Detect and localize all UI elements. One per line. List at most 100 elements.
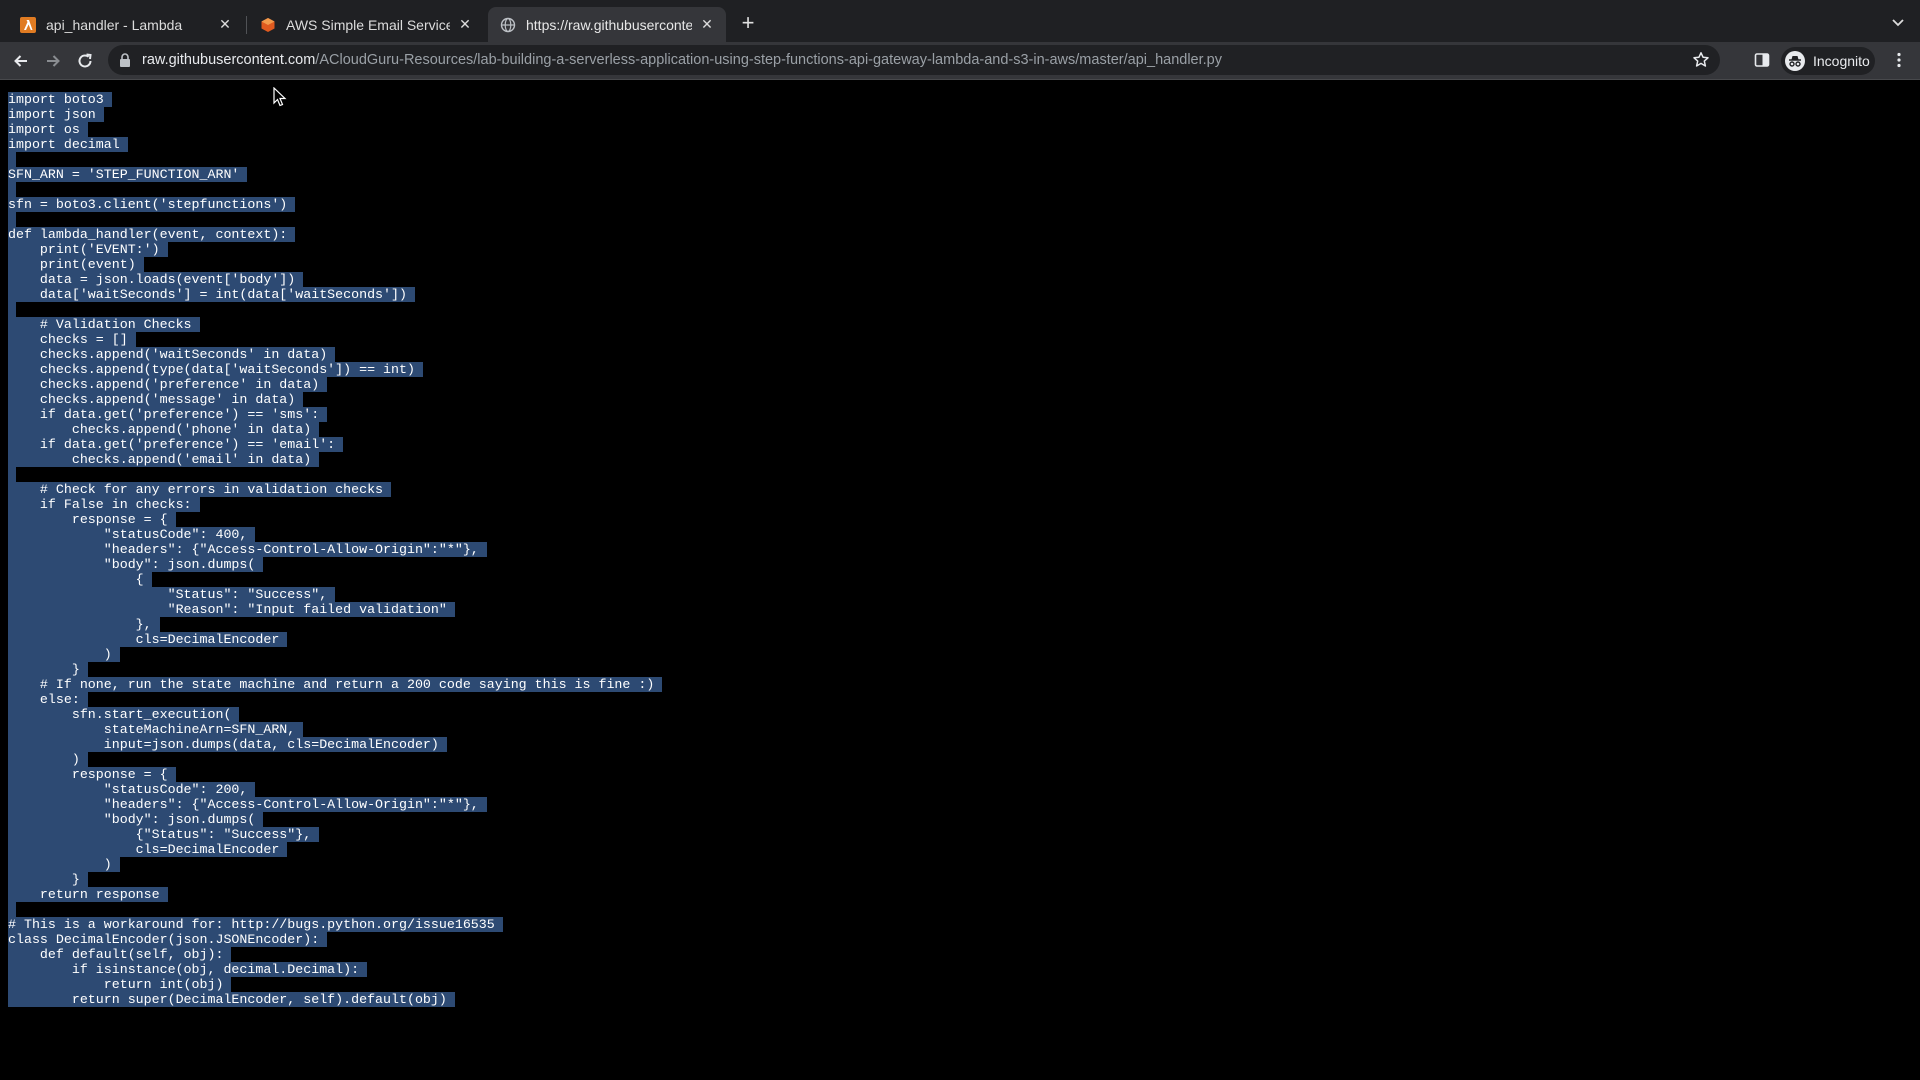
code-line-text [8,467,16,482]
code-line: def default(self, obj): [8,947,662,962]
code-line-text: sfn = boto3.client('stepfunctions') [8,197,296,212]
code-line-text: SFN_ARN = 'STEP_FUNCTION_ARN' [8,167,248,182]
code-line-text: input=json.dumps(data, cls=DecimalEncode… [8,737,447,752]
code-line: # This is a workaround for: http://bugs.… [8,917,662,932]
code-line-text: checks.append('phone' in data) [8,422,320,437]
code-line-text: return response [8,887,168,902]
code-line: stateMachineArn=SFN_ARN, [8,722,662,737]
code-line: sfn = boto3.client('stepfunctions') [8,197,662,212]
code-line-text: "body": json.dumps( [8,557,264,572]
code-line-text: # If none, run the state machine and ret… [8,677,663,692]
more-menu-icon[interactable] [1890,51,1908,69]
tab-lambda[interactable]: api_handler - Lambda ✕ [8,7,244,42]
reload-icon [78,53,92,68]
code-line: "body": json.dumps( [8,812,662,827]
code-line-text: else: [8,692,88,707]
code-line-text: def default(self, obj): [8,947,232,962]
code-line: if data.get('preference') == 'sms': [8,407,662,422]
code-line-text: return super(DecimalEncoder, self).defau… [8,992,455,1007]
incognito-profile-button[interactable]: Incognito [1781,47,1875,75]
code-line-text [8,902,16,917]
code-line: input=json.dumps(data, cls=DecimalEncode… [8,737,662,752]
url-path: /ACloudGuru-Resources/lab-building-a-ser… [315,52,1222,68]
code-line-text: data = json.loads(event['body']) [8,272,304,287]
code-line-text: {"Status": "Success"}, [8,827,320,842]
url-text: raw.githubusercontent.com/ACloudGuru-Res… [142,52,1222,68]
code-line-text: { [8,572,152,587]
code-line-text: ) [8,752,88,767]
code-line: } [8,872,662,887]
code-line-text: print('EVENT:') [8,242,168,257]
code-line-text: ) [8,647,120,662]
code-line: } [8,662,662,677]
reload-button[interactable] [74,50,96,72]
mouse-pointer-icon [273,86,287,107]
code-line-text: print(event) [8,257,144,272]
code-line: return response [8,887,662,902]
code-line: data['waitSeconds'] = int(data['waitSeco… [8,287,662,302]
code-line-text: if isinstance(obj, decimal.Decimal): [8,962,368,977]
close-icon[interactable]: ✕ [456,16,474,34]
code-line: # If none, run the state machine and ret… [8,677,663,692]
chevron-down-icon[interactable] [1890,14,1906,30]
code-line: checks.append('message' in data) [8,392,662,407]
code-line: if data.get('preference') == 'email': [8,437,662,452]
tab-title: AWS Simple Email Service - De [286,16,450,33]
code-line-text [8,302,16,317]
code-line: if False in checks: [8,497,662,512]
code-line-text: class DecimalEncoder(json.JSONEncoder): [8,932,328,947]
code-line-text: stateMachineArn=SFN_ARN, [8,722,304,737]
code-line-text: "statusCode": 200, [8,782,256,797]
tab-ses[interactable]: AWS Simple Email Service - De ✕ [248,7,484,42]
code-line-text: import boto3 [8,92,112,107]
new-tab-button[interactable]: + [737,12,759,34]
code-line: import json [8,107,662,122]
code-line [8,902,662,917]
code-line-text: } [8,872,88,887]
code-line: "headers": {"Access-Control-Allow-Origin… [8,797,662,812]
code-line: "statusCode": 400, [8,527,662,542]
code-line-text [8,152,16,167]
forward-button[interactable] [42,50,64,72]
address-bar[interactable]: raw.githubusercontent.com/ACloudGuru-Res… [108,45,1720,75]
code-line-text: checks.append('waitSeconds' in data) [8,347,336,362]
bookmark-star-icon[interactable] [1692,51,1710,69]
close-icon[interactable]: ✕ [698,16,716,34]
code-line: checks.append(type(data['waitSeconds']) … [8,362,662,377]
code-line: "body": json.dumps( [8,557,662,572]
code-line-text: checks.append(type(data['waitSeconds']) … [8,362,423,377]
lock-icon[interactable] [118,53,132,67]
code-line [8,467,662,482]
code-line-text: import json [8,107,104,122]
code-line-text: sfn.start_execution( [8,707,240,722]
code-line-text: cls=DecimalEncoder [8,632,288,647]
code-line: ) [8,857,662,872]
tab-raw-github[interactable]: https://raw.githubusercontent. ✕ [488,7,726,42]
code-line: sfn.start_execution( [8,707,662,722]
code-line: # Validation Checks [8,317,662,332]
code-line [8,152,662,167]
code-line: { [8,572,662,587]
arrow-left-icon [14,55,27,67]
code-line-text: "headers": {"Access-Control-Allow-Origin… [8,542,487,557]
code-line: print(event) [8,257,662,272]
code-line-text: checks.append('preference' in data) [8,377,328,392]
code-line-text: # Validation Checks [8,317,200,332]
code-line-text [8,182,16,197]
code-line-text: "Status": "Success", [8,587,336,602]
code-line-text: checks.append('email' in data) [8,452,320,467]
code-line: return super(DecimalEncoder, self).defau… [8,992,662,1007]
code-line: cls=DecimalEncoder [8,632,662,647]
code-line: checks.append('email' in data) [8,452,662,467]
side-panel-icon[interactable] [1753,51,1771,69]
page-content: import boto3 import json import os impor… [0,80,1920,1080]
back-button[interactable] [10,50,32,72]
close-icon[interactable]: ✕ [216,16,234,34]
code-line: "statusCode": 200, [8,782,662,797]
code-line-text: # Check for any errors in validation che… [8,482,392,497]
code-line: print('EVENT:') [8,242,662,257]
incognito-icon [1785,51,1805,71]
code-line: return int(obj) [8,977,662,992]
tab-title: https://raw.githubusercontent. [526,16,692,33]
code-line-text: "body": json.dumps( [8,812,264,827]
